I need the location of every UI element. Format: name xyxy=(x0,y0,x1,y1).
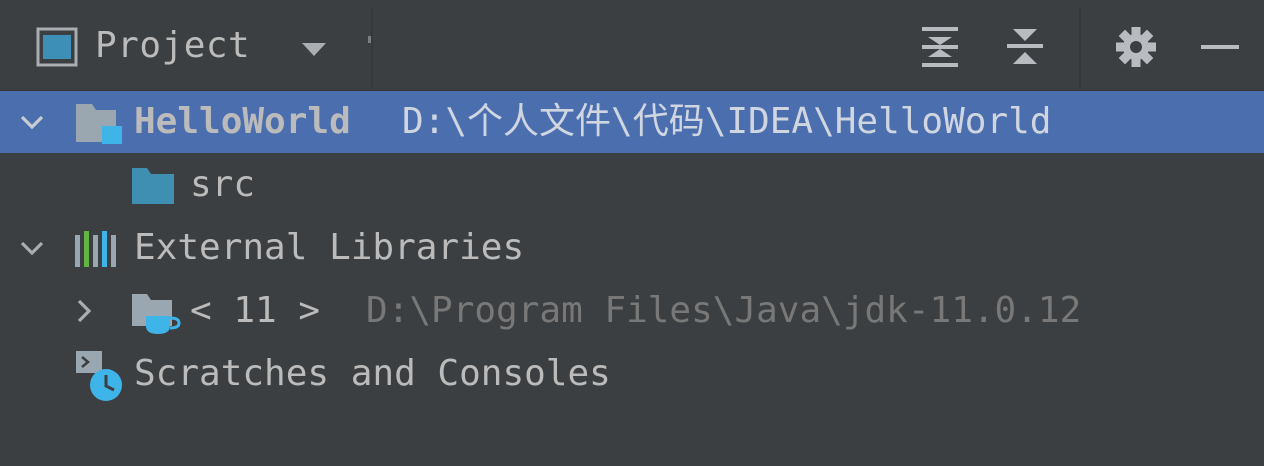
tree-node-src[interactable]: src xyxy=(0,154,1264,216)
view-selector[interactable]: Project xyxy=(0,0,370,90)
folder-name: src xyxy=(190,164,256,205)
module-folder-icon xyxy=(76,104,122,144)
jdk-version: < 11 > xyxy=(190,290,321,331)
minimize-icon[interactable] xyxy=(1198,24,1242,70)
chevron-right-icon[interactable] xyxy=(70,297,98,325)
chevron-down-icon[interactable] xyxy=(300,40,328,58)
project-tool-window: Project HelloWorld D:\个人文件\代码\IDEA\Hello… xyxy=(0,0,1264,466)
scratches-icon xyxy=(76,351,122,401)
node-label: Scratches and Consoles xyxy=(134,353,611,394)
chevron-down-icon[interactable] xyxy=(18,234,46,262)
chevron-down-icon[interactable] xyxy=(18,108,46,136)
tree-node-jdk[interactable]: < 11 > D:\Program Files\Java\jdk-11.0.12 xyxy=(0,280,1264,342)
gear-icon[interactable] xyxy=(1114,24,1158,70)
tree-node-scratches[interactable]: Scratches and Consoles xyxy=(0,343,1264,405)
project-tree: HelloWorld D:\个人文件\代码\IDEA\HelloWorld sr… xyxy=(0,91,1264,466)
node-label: External Libraries xyxy=(134,227,525,268)
jdk-folder-icon xyxy=(132,294,181,334)
tool-window-header: Project xyxy=(0,0,1264,91)
expand-all-icon[interactable] xyxy=(918,24,962,70)
header-divider xyxy=(371,8,373,88)
jdk-path: D:\Program Files\Java\jdk-11.0.12 xyxy=(366,290,1082,331)
project-view-icon xyxy=(36,27,78,67)
collapse-all-icon[interactable] xyxy=(1003,24,1047,70)
tree-node-external-libraries[interactable]: External Libraries xyxy=(0,217,1264,279)
view-title: Project xyxy=(95,25,251,66)
folder-icon xyxy=(132,168,174,204)
project-path: D:\个人文件\代码\IDEA\HelloWorld xyxy=(402,101,1052,142)
tree-node-project[interactable]: HelloWorld D:\个人文件\代码\IDEA\HelloWorld xyxy=(0,91,1264,153)
project-name: HelloWorld xyxy=(134,101,351,142)
header-divider xyxy=(1079,8,1081,88)
libraries-icon xyxy=(75,231,116,267)
